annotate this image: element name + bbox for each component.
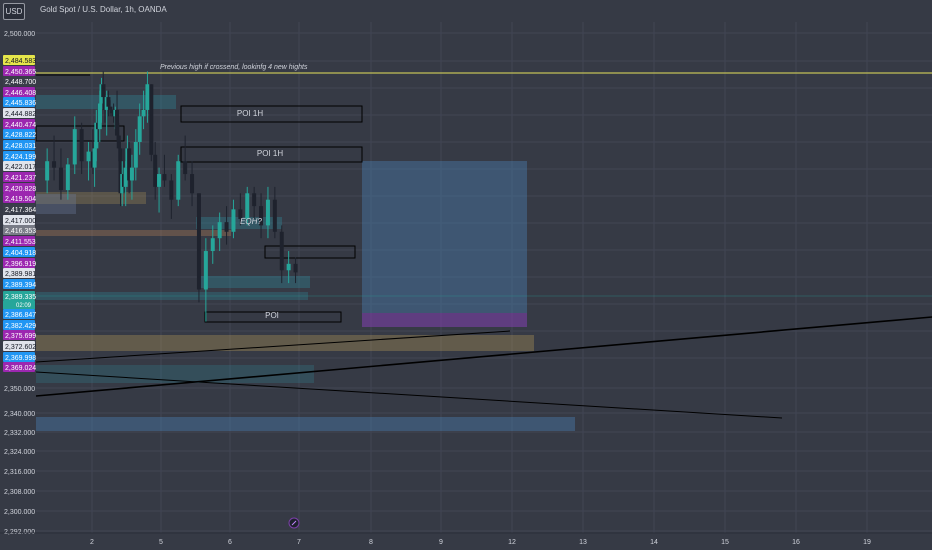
candle-body (157, 174, 162, 187)
price-label-text: 2,389.981 (5, 271, 36, 278)
price-label-text: 2,446.408 (5, 90, 36, 97)
candle-body (149, 84, 154, 155)
time-tick-label: 8 (369, 539, 373, 546)
candle-body (183, 161, 188, 175)
price-label-text: 2,428.031 (5, 143, 36, 150)
price-label-text: 2,428.822 (5, 132, 36, 139)
price-label-text: 2,389.394 (5, 282, 36, 289)
annotation-text: POI 1H (257, 149, 283, 158)
price-label-text: 2,369.024 (5, 365, 36, 372)
price-label-text: 2,416.353 (5, 228, 36, 235)
price-label-text: 2,396.919 (5, 261, 36, 268)
zone-orange-wide (36, 335, 534, 351)
price-label-text: 2,375.699 (5, 333, 36, 340)
annotation-text: POI 1H (237, 109, 263, 118)
time-tick-label: 14 (650, 539, 658, 546)
candle-body (45, 161, 50, 181)
candle-body (129, 167, 134, 181)
price-axis[interactable]: 2,500.000 2,350.000 2,340.000 2,332.000 2,32… (0, 22, 36, 550)
time-tick-label: 7 (297, 539, 301, 546)
misc (288, 517, 300, 529)
price-label-text: 2,448.700 (5, 79, 36, 86)
candle-body (52, 161, 57, 168)
time-tick-label: 6 (228, 539, 232, 546)
price-tick-label: 2,500.000 (4, 31, 35, 38)
price-tick-label: 2,324.000 (4, 449, 35, 456)
candle-body (231, 209, 236, 232)
candle-body (176, 161, 181, 200)
annotation-text: EQH? (240, 217, 262, 226)
zone-blue-wide (36, 417, 575, 431)
candle-body (190, 174, 195, 194)
price-label-text: 2,419.504 (5, 196, 36, 203)
candle-body (286, 263, 291, 271)
annotation-text: POI (265, 311, 279, 320)
zone-teal-2 (200, 276, 310, 288)
price-label-text: 2,372.602 (5, 344, 36, 351)
candle-body (133, 141, 138, 168)
price-label-text: 2,411.553 (5, 239, 36, 246)
candle-body (137, 116, 142, 142)
candle-body (65, 164, 70, 191)
time-tick-label: 19 (863, 539, 871, 546)
price-tick-label: 2,332.000 (4, 430, 35, 437)
candle-body (293, 263, 298, 273)
price-label-text: 2,404.918 (5, 250, 36, 257)
zone-target-blue (362, 161, 527, 313)
price-tick-label: 2,308.000 (4, 489, 35, 496)
candle-body (58, 167, 63, 191)
time-tick-label: 2 (90, 539, 94, 546)
price-tick-label: 2,316.000 (4, 469, 35, 476)
candle-body (245, 193, 250, 219)
price-label-text: 2,424.199 (5, 154, 36, 161)
price-label-text: 2,444.882 (5, 111, 36, 118)
price-label-text: 2,421.237 (5, 175, 36, 182)
price-label-text: 2,445.836 (5, 100, 36, 107)
time-tick-label: 13 (579, 539, 587, 546)
price-label-text: 2,382.429 (5, 323, 36, 330)
price-label-text: 2,440.474 (5, 122, 36, 129)
chart-canvas[interactable]: Previous high if crossend, lookinfg 4 ne… (0, 0, 932, 550)
price-label-text: 2,484.583 (5, 58, 36, 65)
candle-body (279, 231, 284, 271)
candle-body (141, 109, 146, 117)
price-label-text: 2,450.365 (5, 69, 36, 76)
candle-body (196, 193, 201, 290)
candle-body (145, 84, 150, 110)
zone-orange-thin (36, 230, 231, 236)
price-tick-label: 2,340.000 (4, 411, 35, 418)
price-label-text: 2,386.847 (5, 312, 36, 319)
candle-body (162, 174, 167, 181)
price-tick-label: 2,300.000 (4, 509, 35, 516)
currency-button[interactable]: USD (3, 3, 25, 20)
price-label-countdown: 02:09 (16, 303, 32, 309)
price-label-text: 2,422.017 (5, 164, 36, 171)
zone-stop-purple (362, 313, 527, 327)
price-label-text: 2,369.998 (5, 355, 36, 362)
candle-body (224, 222, 229, 232)
candle-body (265, 199, 270, 226)
candle-body (272, 199, 277, 232)
price-label-text: 2,420.828 (5, 186, 36, 193)
price-label-text: 2,417.000 (5, 218, 36, 225)
candle-body (72, 129, 77, 165)
time-tick-label: 15 (721, 539, 729, 546)
zone-grey (36, 194, 76, 214)
candle-body (79, 129, 84, 162)
time-tick-label: 12 (508, 539, 516, 546)
time-tick-label: 9 (439, 539, 443, 546)
candle-body (217, 222, 222, 239)
time-tick-label: 5 (159, 539, 163, 546)
candle-body (252, 193, 257, 207)
time-tick-label: 16 (792, 539, 800, 546)
candle-body (210, 238, 215, 252)
price-tick-label: 2,350.000 (4, 386, 35, 393)
candle-body (153, 154, 158, 187)
price-label-text: 2,417.364 (5, 207, 36, 214)
annotation-text: Previous high if crossend, lookinfg 4 ne… (160, 64, 308, 71)
candle-body (86, 151, 91, 162)
price-label-text: 2,389.335 (5, 294, 36, 301)
candle-body (203, 251, 208, 290)
candle-body (169, 180, 174, 200)
